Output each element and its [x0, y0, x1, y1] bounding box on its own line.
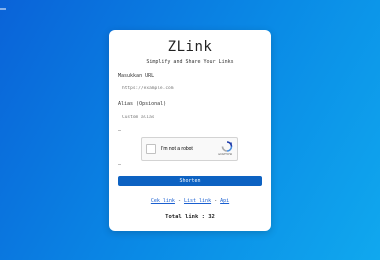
shorten-button[interactable]: Shorten	[118, 176, 262, 186]
url-input[interactable]	[118, 83, 262, 95]
recaptcha-logo-icon	[221, 141, 233, 152]
footer-links: Cek link - List link - Api	[109, 198, 271, 204]
alias-input[interactable]	[118, 112, 262, 124]
app-subtitle: Simplify and Share Your Links	[146, 59, 234, 65]
shortener-card: ZLink Simplify and Share Your Links Masu…	[109, 30, 271, 231]
recaptcha-widget: I'm not a robot reCAPTCHA	[141, 137, 238, 161]
recaptcha-brand: reCAPTCHA	[217, 153, 233, 156]
divider-dash-bottom: –	[118, 162, 122, 168]
url-label: Masukkan URL	[118, 73, 155, 79]
app-title: ZLink	[167, 39, 213, 55]
link-separator: -	[177, 198, 181, 204]
list-link[interactable]: List link	[184, 198, 211, 204]
corner-mark	[0, 8, 6, 10]
divider-dash-top: –	[118, 128, 122, 134]
api-link[interactable]: Api	[220, 198, 229, 204]
total-link-count: Total link : 32	[165, 214, 215, 220]
recaptcha-checkbox[interactable]	[146, 144, 156, 154]
recaptcha-label: I'm not a robot	[161, 146, 193, 152]
cek-link[interactable]: Cek link	[151, 198, 175, 204]
alias-label: Alias (Opsional)	[118, 101, 167, 107]
link-separator: -	[214, 198, 218, 204]
